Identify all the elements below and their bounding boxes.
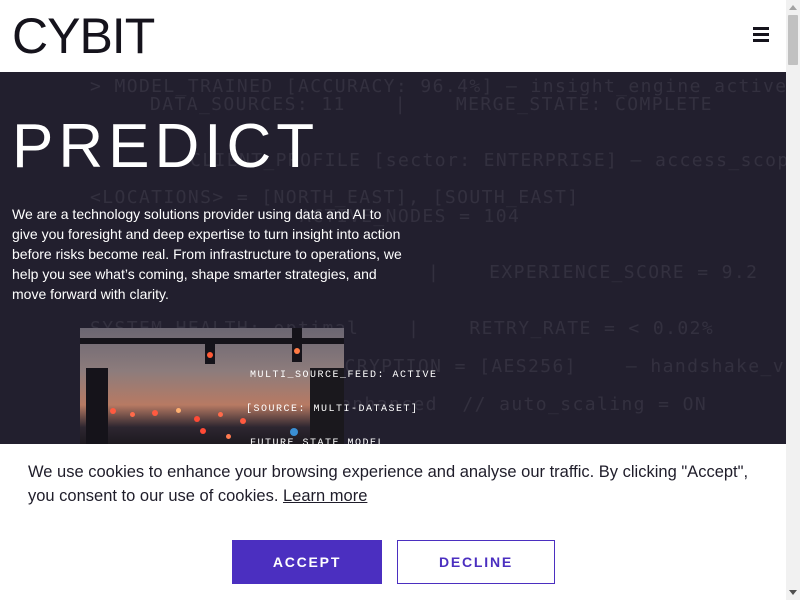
scroll-down-arrow-icon[interactable] [786,586,800,600]
accept-button[interactable]: ACCEPT [232,540,382,584]
decline-button[interactable]: DECLINE [397,540,555,584]
cookie-message: We use cookies to enhance your browsing … [28,460,768,508]
cookie-text: We use cookies to enhance your browsing … [28,463,749,505]
cookie-banner: We use cookies to enhance your browsing … [0,444,786,600]
feed-source-line: [SOURCE: MULTI-DATASET] [246,404,419,415]
hero-section: > MODEL_TRAINED [ACCURACY: 96.4%] — insi… [0,72,786,452]
scroll-thumb[interactable] [788,15,798,65]
logo[interactable]: CYBIT [12,8,155,64]
scroll-up-arrow-icon[interactable] [786,0,800,14]
vertical-scrollbar[interactable] [786,0,800,600]
learn-more-link[interactable]: Learn more [283,487,367,505]
hamburger-menu-icon[interactable] [748,22,774,46]
hero-title: PREDICT [12,112,320,181]
feed-status-line: MULTI_SOURCE_FEED: ACTIVE [250,370,438,381]
hero-description: We are a technology solutions provider u… [12,206,402,302]
background-code-line: | EXPERIENCE_SCORE = 9.2 [428,262,759,283]
site-header: CYBIT [0,0,786,72]
city-street-image [80,328,344,452]
